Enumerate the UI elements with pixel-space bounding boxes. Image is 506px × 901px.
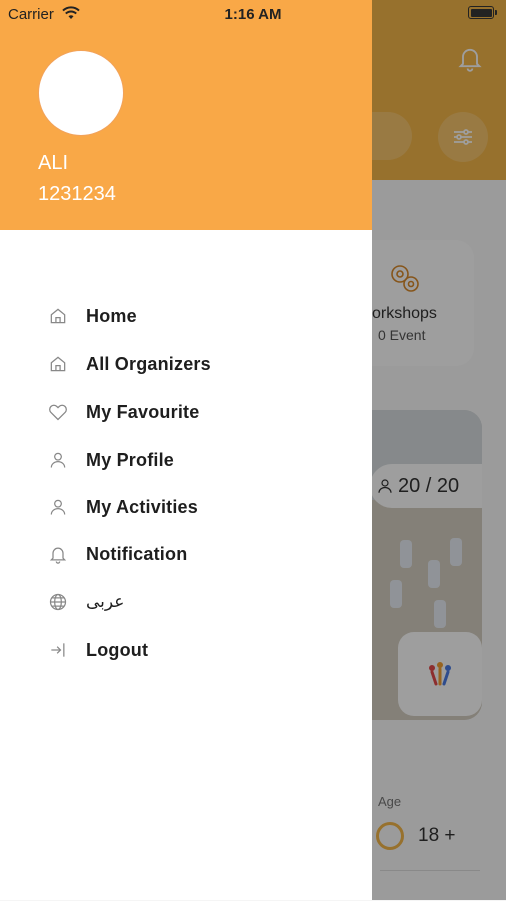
menu-item-my-activities[interactable]: My Activities — [48, 491, 198, 523]
drawer-header: ALI 1231234 — [0, 0, 372, 230]
menu-item-arabic[interactable]: عربى — [48, 586, 124, 618]
user-name: ALI — [38, 152, 69, 174]
side-drawer: ALI 1231234 Home All Organizers My Favou… — [0, 0, 372, 900]
menu-label: All Organizers — [86, 353, 211, 374]
menu-label: Home — [86, 305, 137, 326]
menu-label: عربى — [86, 592, 125, 611]
menu-item-logout[interactable]: Logout — [48, 634, 148, 666]
battery-tip — [495, 10, 497, 15]
heart-icon — [48, 402, 68, 422]
menu-label: My Activities — [86, 496, 198, 517]
menu-item-my-favourite[interactable]: My Favourite — [48, 396, 199, 428]
user-icon — [48, 450, 68, 470]
menu-label: My Favourite — [86, 401, 200, 422]
status-bar: Carrier 1:16 AM — [0, 0, 506, 28]
menu-item-my-profile[interactable]: My Profile — [48, 444, 174, 476]
menu-label: My Profile — [86, 449, 175, 470]
home-icon — [48, 306, 68, 326]
menu-item-all-organizers[interactable]: All Organizers — [48, 348, 211, 380]
globe-icon — [48, 592, 68, 612]
bell-icon — [48, 544, 68, 564]
avatar[interactable] — [38, 50, 124, 136]
user-id: 1231234 — [38, 183, 116, 205]
clock: 1:16 AM — [224, 6, 282, 23]
user-icon — [48, 497, 68, 517]
menu-label: Notification — [86, 543, 188, 564]
battery-icon — [468, 6, 494, 19]
logout-icon — [48, 640, 68, 660]
menu-label: Logout — [86, 639, 149, 660]
home-icon — [48, 354, 68, 374]
menu-item-home[interactable]: Home — [48, 300, 137, 332]
menu-item-notification[interactable]: Notification — [48, 538, 187, 570]
